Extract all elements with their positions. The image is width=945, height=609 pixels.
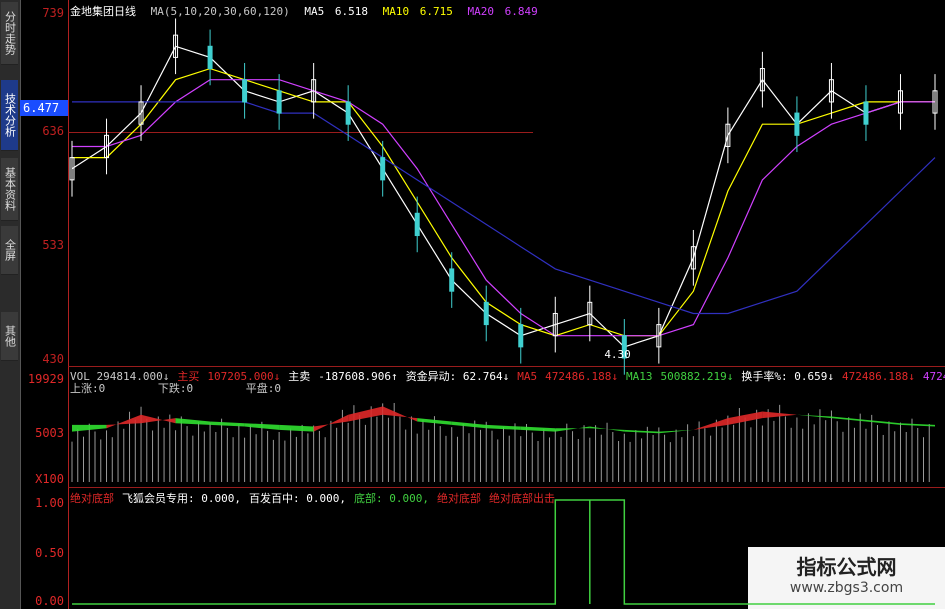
volume-ma-fill (624, 429, 659, 434)
volume-ma-fill (520, 426, 556, 432)
volume-ma-fill (555, 426, 590, 432)
candle-body (483, 301, 489, 326)
low-price-label: 4.30 (604, 348, 631, 361)
candle-body (794, 112, 800, 136)
volume-ma-fill (210, 421, 245, 427)
volume-ma-fill (796, 414, 832, 419)
candle-body (345, 101, 351, 125)
candle-body (414, 212, 420, 237)
volume-ma-fill (106, 414, 142, 429)
chart-canvas: 4.30 (69, 18, 938, 605)
candle-body (276, 90, 282, 114)
volume-ma-fill (693, 418, 728, 430)
candle-body (449, 268, 455, 292)
candle-body (242, 79, 248, 103)
indicator-signal-line (72, 499, 935, 605)
price-line-ma5 (71, 45, 935, 348)
candle-body (518, 324, 524, 348)
candle-body (207, 45, 213, 70)
price-line-ma60 (72, 101, 936, 315)
volume-ma-fill (175, 418, 211, 425)
candle-body (380, 157, 386, 181)
volume-ma-fill (451, 421, 487, 429)
volume-ma-fill (900, 423, 935, 427)
candle-body (863, 101, 869, 125)
volume-ma-fill (865, 419, 901, 425)
volume-ma-fill (279, 424, 314, 432)
price-line-ma10 (72, 67, 935, 337)
price-line-ma20 (72, 79, 935, 337)
volume-ma-fill (348, 406, 383, 422)
